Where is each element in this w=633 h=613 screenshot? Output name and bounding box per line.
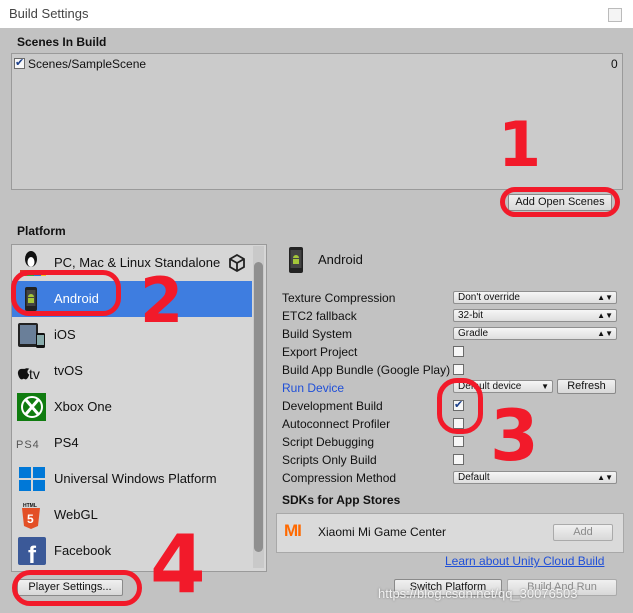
- build-system-label: Build System: [282, 327, 353, 341]
- scene-index: 0: [611, 57, 618, 71]
- platform-label: PC, Mac & Linux Standalone: [54, 255, 221, 270]
- export-project-checkbox[interactable]: [453, 346, 464, 357]
- selected-platform-title: Android: [318, 252, 363, 267]
- platform-scrollbar-thumb[interactable]: [254, 262, 263, 552]
- build-app-bundle-checkbox[interactable]: [453, 364, 464, 375]
- etc2-fallback-dropdown[interactable]: 32-bit ▲▼: [453, 309, 617, 322]
- scene-name: Scenes/SampleScene: [28, 57, 147, 71]
- xiaomi-logo-icon: MI: [284, 521, 302, 540]
- platform-label: PS4: [54, 435, 79, 450]
- texture-compression-label: Texture Compression: [282, 291, 396, 305]
- platform-label: Xbox One: [54, 399, 112, 414]
- scripts-only-build-label: Scripts Only Build: [282, 453, 377, 467]
- export-project-label: Export Project: [282, 345, 358, 359]
- scene-checkbox[interactable]: [14, 56, 25, 69]
- platform-header: Platform: [17, 224, 66, 238]
- dropdown-arrow-icon: ▲▼: [597, 311, 613, 320]
- platform-label: Facebook: [54, 543, 112, 558]
- ios-icon: [18, 323, 45, 348]
- windows-icon: [19, 467, 45, 491]
- script-debugging-checkbox[interactable]: [453, 436, 464, 447]
- title-bar: [0, 0, 633, 28]
- autoconnect-profiler-label: Autoconnect Profiler: [282, 417, 391, 431]
- development-build-label: Development Build: [282, 399, 383, 413]
- build-app-bundle-label: Build App Bundle (Google Play): [282, 363, 450, 377]
- script-debugging-label: Script Debugging: [282, 435, 375, 449]
- annotation-number: 2: [140, 264, 184, 337]
- build-system-dropdown[interactable]: Gradle ▲▼: [453, 327, 617, 340]
- annotation-number: 1: [498, 108, 542, 181]
- xbox-icon: [17, 393, 46, 421]
- webgl-icon: HTML 5: [22, 503, 40, 529]
- ps4-icon: PS4: [16, 439, 40, 451]
- svg-text:tv: tv: [29, 366, 40, 382]
- etc2-fallback-label: ETC2 fallback: [282, 309, 357, 323]
- platform-item-uwp[interactable]: Universal Windows Platform: [12, 461, 252, 497]
- scenes-in-build-header: Scenes In Build: [17, 35, 107, 49]
- platform-item-ps4[interactable]: PS4 PS4: [12, 425, 252, 461]
- platform-label: iOS: [54, 327, 76, 342]
- sdks-header: SDKs for App Stores: [282, 493, 401, 507]
- platform-item-xbox[interactable]: Xbox One: [12, 389, 252, 425]
- annotation-circle: [437, 378, 483, 434]
- android-icon: [289, 247, 303, 273]
- tvos-icon: tv: [17, 366, 40, 382]
- platform-label: WebGL: [54, 507, 98, 522]
- platform-item-tvos[interactable]: tv tvOS: [12, 353, 252, 389]
- annotation-circle: [12, 570, 142, 606]
- run-device-label: Run Device: [282, 381, 345, 395]
- watermark: https://blog.csdn.net/qq_30076503: [378, 586, 578, 601]
- platform-item-webgl[interactable]: HTML 5 WebGL: [12, 497, 252, 533]
- dropdown-arrow-icon: ▲▼: [597, 473, 613, 482]
- svg-text:5: 5: [27, 512, 34, 526]
- sdk-name: Xiaomi Mi Game Center: [318, 525, 447, 539]
- platform-item-ios[interactable]: iOS: [12, 317, 252, 353]
- facebook-icon: f: [18, 537, 46, 565]
- window-title: Build Settings: [9, 6, 89, 21]
- scene-row[interactable]: Scenes/SampleScene 0: [13, 56, 619, 72]
- annotation-circle: [500, 187, 620, 217]
- dropdown-arrow-icon: ▲▼: [597, 329, 613, 338]
- svg-text:f: f: [28, 542, 37, 565]
- cloud-build-link[interactable]: Learn about Unity Cloud Build: [445, 554, 604, 568]
- annotation-circle: [11, 270, 121, 316]
- texture-compression-dropdown[interactable]: Don't override ▲▼: [453, 291, 617, 304]
- platform-label: tvOS: [54, 363, 83, 378]
- annotation-number: 4: [150, 518, 206, 611]
- unity-icon: [229, 254, 245, 272]
- scripts-only-build-checkbox[interactable]: [453, 454, 464, 465]
- dropdown-arrow-icon: ▲▼: [597, 293, 613, 302]
- platform-item-facebook[interactable]: f Facebook: [12, 533, 252, 569]
- close-icon[interactable]: [608, 8, 622, 22]
- annotation-number: 3: [490, 395, 539, 477]
- dropdown-arrow-icon: ▼: [541, 382, 549, 391]
- svg-text:PS4: PS4: [16, 439, 40, 451]
- platform-label: Universal Windows Platform: [54, 471, 217, 486]
- sdk-add-button[interactable]: Add: [553, 524, 613, 541]
- compression-method-label: Compression Method: [282, 471, 397, 485]
- refresh-button[interactable]: Refresh: [557, 379, 616, 394]
